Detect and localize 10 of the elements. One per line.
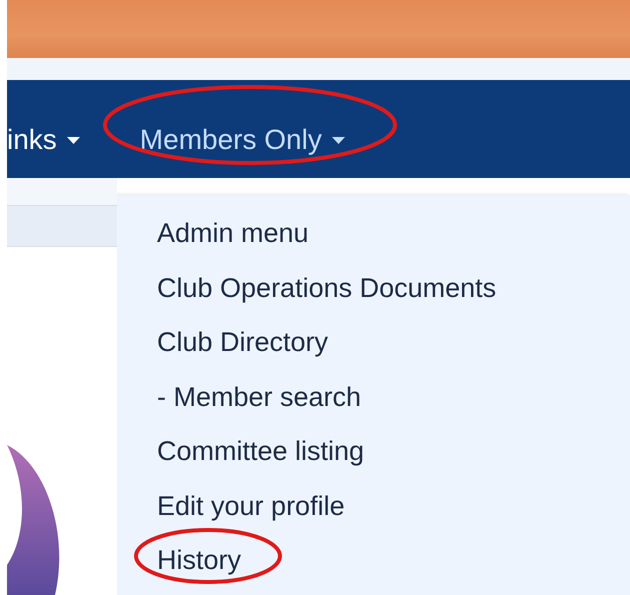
dropdown-menu-item[interactable]: Club Operations Documents: [157, 268, 630, 322]
dropdown-menu-item[interactable]: Committee listing: [157, 431, 630, 486]
dropdown-menu-item[interactable]: Club Directory: [157, 322, 630, 377]
dropdown-menu-item[interactable]: Admin menu: [157, 213, 630, 268]
dropdown-menu-item[interactable]: - Member search: [157, 376, 630, 432]
caret-icon: [66, 136, 80, 144]
dropdown-menu-item[interactable]: History: [157, 540, 630, 595]
dropdown-menu-item[interactable]: Edit your profile: [157, 486, 630, 540]
nav-menu-link[interactable]: inks: [7, 124, 80, 156]
caret-icon: [332, 136, 345, 144]
